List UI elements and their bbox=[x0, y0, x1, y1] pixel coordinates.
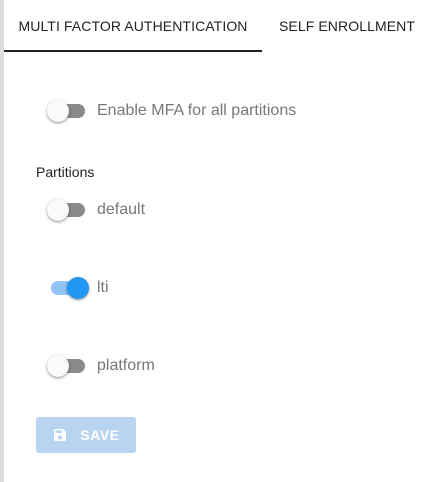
partition-platform-label: platform bbox=[97, 357, 155, 374]
partition-platform-toggle[interactable] bbox=[47, 355, 87, 377]
save-icon bbox=[54, 429, 67, 441]
toggle-thumb bbox=[47, 100, 69, 122]
partitions-heading: Partitions bbox=[36, 164, 95, 180]
toggle-thumb bbox=[47, 355, 69, 377]
partition-lti-toggle[interactable] bbox=[49, 277, 89, 299]
tab-label: MULTI FACTOR AUTHENTICATION bbox=[18, 18, 248, 34]
enable-mfa-all-label: Enable MFA for all partitions bbox=[97, 102, 297, 119]
tab-bar: MULTI FACTOR AUTHENTICATION SELF ENROLLM… bbox=[4, 0, 439, 52]
mfa-settings-panel: MULTI FACTOR AUTHENTICATION SELF ENROLLM… bbox=[4, 0, 439, 482]
tab-label: SELF ENROLLMENT bbox=[278, 18, 416, 34]
partition-lti-label: lti bbox=[97, 279, 109, 296]
active-tab-indicator bbox=[4, 50, 262, 52]
tab-self-enrollment[interactable]: SELF ENROLLMENT bbox=[262, 0, 432, 52]
toggle-thumb bbox=[67, 277, 89, 299]
save-button-label: SAVE bbox=[80, 427, 120, 443]
enable-mfa-all-toggle[interactable] bbox=[47, 100, 87, 122]
toggle-thumb bbox=[47, 199, 69, 221]
save-button[interactable]: SAVE bbox=[36, 417, 136, 453]
partition-default-label: default bbox=[97, 201, 146, 218]
tab-multi-factor-authentication[interactable]: MULTI FACTOR AUTHENTICATION bbox=[4, 0, 262, 52]
partition-default-toggle[interactable] bbox=[47, 199, 87, 221]
